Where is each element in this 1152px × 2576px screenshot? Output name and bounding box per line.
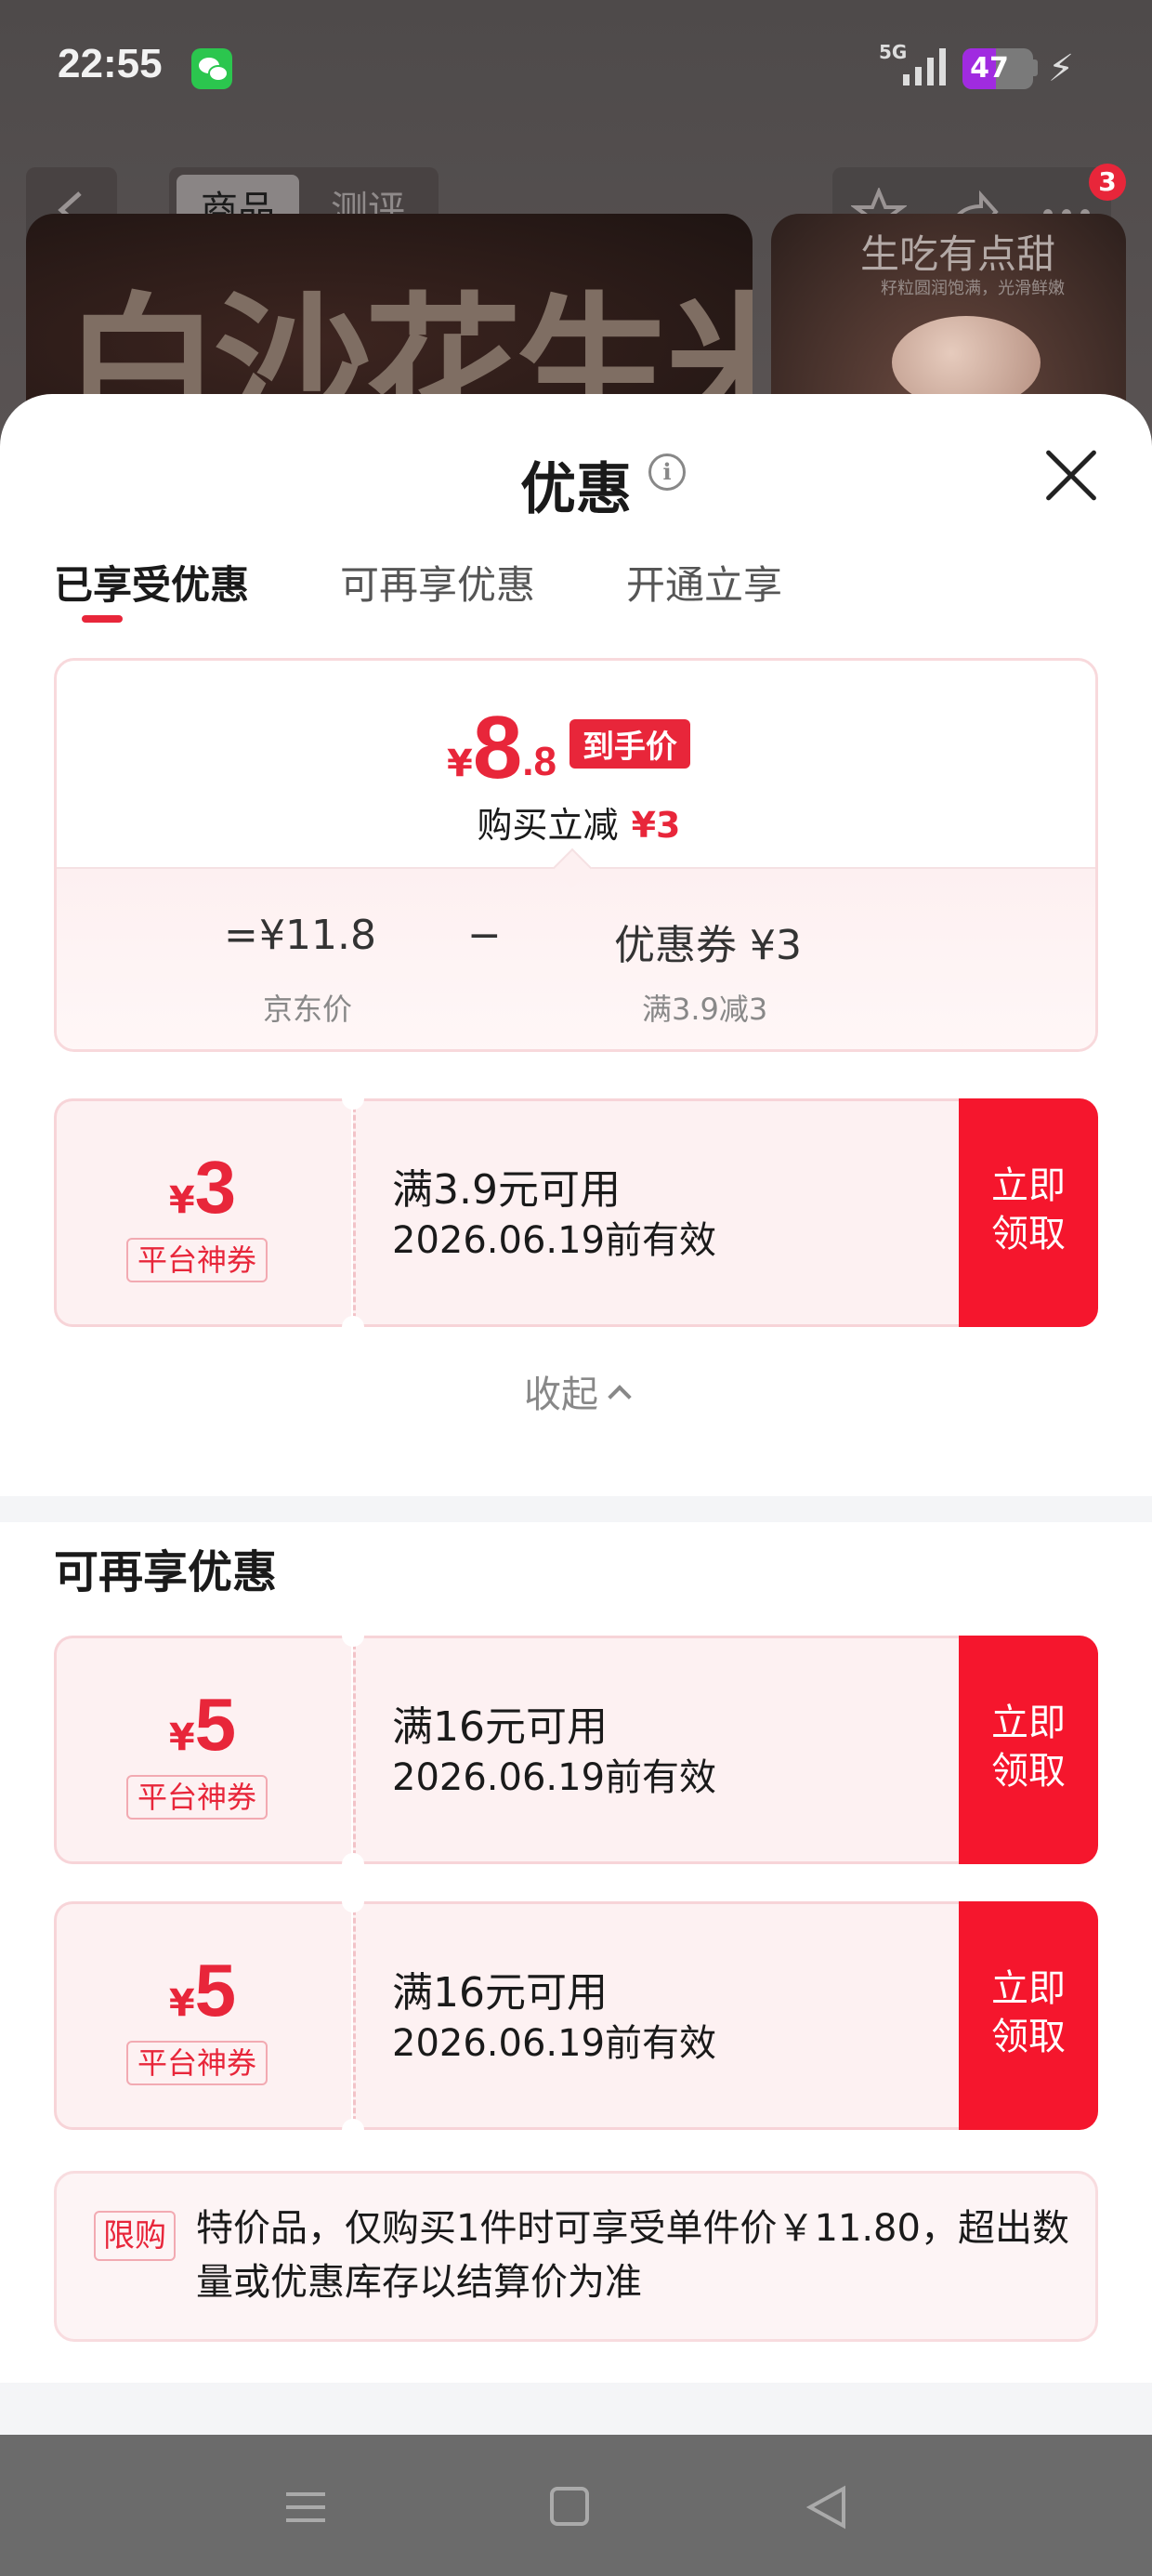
status-bar: 22:55 5G 47 ⚡ (0, 0, 1152, 139)
coupon-validity: 2026.06.19前有效 (392, 1756, 717, 1799)
price-formula: = ¥11.8 − 优惠券 ¥3 (57, 912, 1095, 969)
coupon-card: ¥3 平台神券 满3.9元可用 2026.06.19前有效 立即 领取 (54, 1087, 1098, 1338)
discount-sheet: 优惠 i 已享受优惠 可再享优惠 开通立享 ¥ 8 .8 到手价 购买立减 ¥3 … (0, 394, 1152, 2435)
banner-secondary-subtitle: 籽粒圆润饱满，光滑鲜嫩 (881, 279, 1065, 298)
limit-text: 特价品，仅购买1件时可享受单件价￥11.80，超出数量或优惠库存以结算价为准 (196, 2207, 1069, 2304)
coupon-validity: 2026.06.19前有效 (392, 1219, 717, 1262)
back-triangle-icon[interactable] (806, 2485, 847, 2530)
close-icon[interactable] (1042, 446, 1100, 504)
cart-badge: 3 (1089, 164, 1126, 201)
coupon-notch (342, 2119, 364, 2141)
limit-badge: 限购 (94, 2211, 176, 2261)
coupon-notch (342, 1316, 364, 1338)
coupon-type: 平台神券 (126, 1775, 268, 1820)
battery-icon: 47 (962, 48, 1033, 89)
status-time: 22:55 (58, 41, 163, 86)
claim-coupon-button[interactable]: 立即 领取 (959, 1098, 1098, 1327)
tab-more-available[interactable]: 可再享优惠 (340, 554, 535, 611)
price-integer: 8 (472, 698, 523, 797)
coupon-type: 平台神券 (126, 1238, 268, 1282)
coupon-notch (342, 1890, 364, 1912)
collapse-label: 收起 (524, 1373, 598, 1416)
banner-secondary-title: 生吃有点甜 (860, 231, 1056, 277)
buy-reduce: 购买立减 ¥3 (57, 796, 1095, 848)
battery-cap (1033, 59, 1038, 76)
coupon-rule: 满3.9减3 (642, 992, 768, 1027)
reduce-label: 购买立减 (477, 805, 619, 846)
coupon-card: ¥5 平台神券 满16元可用 2026.06.19前有效 立即 领取 (54, 1890, 1098, 2141)
coupon-card: ¥5 平台神券 满16元可用 2026.06.19前有效 立即 领取 (54, 1624, 1098, 1875)
coupon-condition: 满3.9元可用 (392, 1166, 621, 1214)
price-summary-card: ¥ 8 .8 到手价 购买立减 ¥3 = ¥11.8 − 优惠券 ¥3 京东价 满… (54, 658, 1098, 1052)
charging-icon: ⚡ (1048, 47, 1075, 90)
claim-coupon-button[interactable]: 立即 领取 (959, 1901, 1098, 2130)
coupon-amount: ¥3 (168, 1146, 237, 1229)
sheet-bottom-spacer (0, 2383, 1152, 2435)
tab-enjoyed[interactable]: 已享受优惠 (54, 554, 249, 611)
section-divider (0, 1496, 1152, 1522)
coupon-type: 平台神券 (126, 2041, 268, 2085)
home-icon[interactable] (550, 2487, 589, 2526)
equals-sign: = (224, 912, 258, 959)
signal-icon: 5G (879, 41, 948, 87)
reduce-value: ¥3 (631, 805, 681, 846)
jd-price-label: 京东价 (263, 992, 353, 1027)
coupon-deduction: 优惠券 ¥3 (614, 922, 802, 969)
coupon-notch (342, 1624, 364, 1647)
coupon-amount: ¥5 (168, 1949, 237, 2031)
final-price: ¥ 8 .8 到手价 (447, 700, 690, 793)
coupon-notch (342, 1853, 364, 1875)
menu-icon[interactable] (286, 2492, 325, 2522)
battery-level: 47 (970, 52, 1009, 85)
info-icon[interactable]: i (648, 453, 686, 491)
coupon-validity: 2026.06.19前有效 (392, 2022, 717, 2065)
wechat-icon (191, 48, 232, 89)
coupon-amount: ¥5 (168, 1683, 237, 1766)
coupon-condition: 满16元可用 (392, 1969, 608, 2017)
system-nav-bar (0, 2435, 1152, 2576)
collapse-button[interactable]: 收起 (0, 1364, 1152, 1418)
claim-coupon-button[interactable]: 立即 领取 (959, 1636, 1098, 1864)
coupon-notch (342, 1087, 364, 1110)
currency-symbol: ¥ (447, 743, 473, 785)
price-decimal: .8 (522, 739, 556, 784)
chevron-up-icon (608, 1385, 632, 1409)
tab-open-membership[interactable]: 开通立享 (626, 554, 782, 611)
tab-active-indicator (82, 615, 123, 623)
minus-sign: − (467, 912, 502, 959)
final-price-tag: 到手价 (569, 719, 690, 769)
more-discounts-title: 可再享优惠 (54, 1546, 278, 1598)
coupon-condition: 满16元可用 (392, 1703, 608, 1751)
jd-price: ¥11.8 (259, 912, 376, 959)
purchase-limit-notice: 限购 特价品，仅购买1件时可享受单件价￥11.80，超出数量或优惠库存以结算价为… (54, 2171, 1098, 2342)
sheet-title: 优惠 (520, 457, 632, 522)
